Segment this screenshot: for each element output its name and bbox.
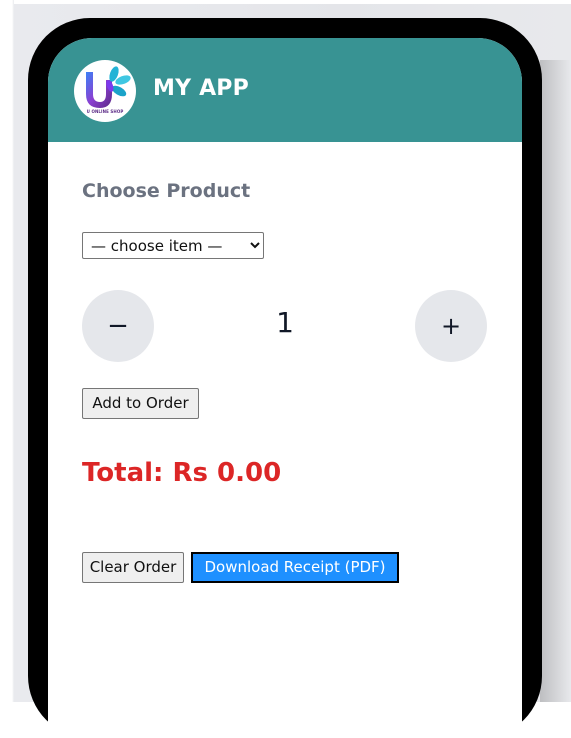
- app-title: MY APP: [153, 76, 249, 101]
- increase-quantity-button[interactable]: +: [415, 290, 487, 362]
- logo-text: U ONLINE SHOP: [86, 109, 124, 114]
- u-shop-logo-icon: U ONLINE SHOP: [74, 60, 136, 122]
- quantity-value: 1: [276, 306, 294, 339]
- phone-screen: U ONLINE SHOP MY APP Choose Product — ch…: [48, 38, 522, 738]
- app-header: U ONLINE SHOP MY APP: [48, 38, 522, 142]
- order-total: Total: Rs 0.00: [82, 458, 282, 488]
- clear-order-button[interactable]: Clear Order: [82, 552, 184, 583]
- download-receipt-button[interactable]: Download Receipt (PDF): [191, 552, 399, 583]
- backdrop-top-strip: [14, 0, 571, 4]
- decrease-quantity-button[interactable]: −: [82, 290, 154, 362]
- product-select[interactable]: — choose item —: [82, 232, 264, 259]
- choose-product-label: Choose Product: [82, 180, 251, 202]
- phone-shadow: [540, 60, 571, 702]
- add-to-order-button[interactable]: Add to Order: [82, 388, 199, 419]
